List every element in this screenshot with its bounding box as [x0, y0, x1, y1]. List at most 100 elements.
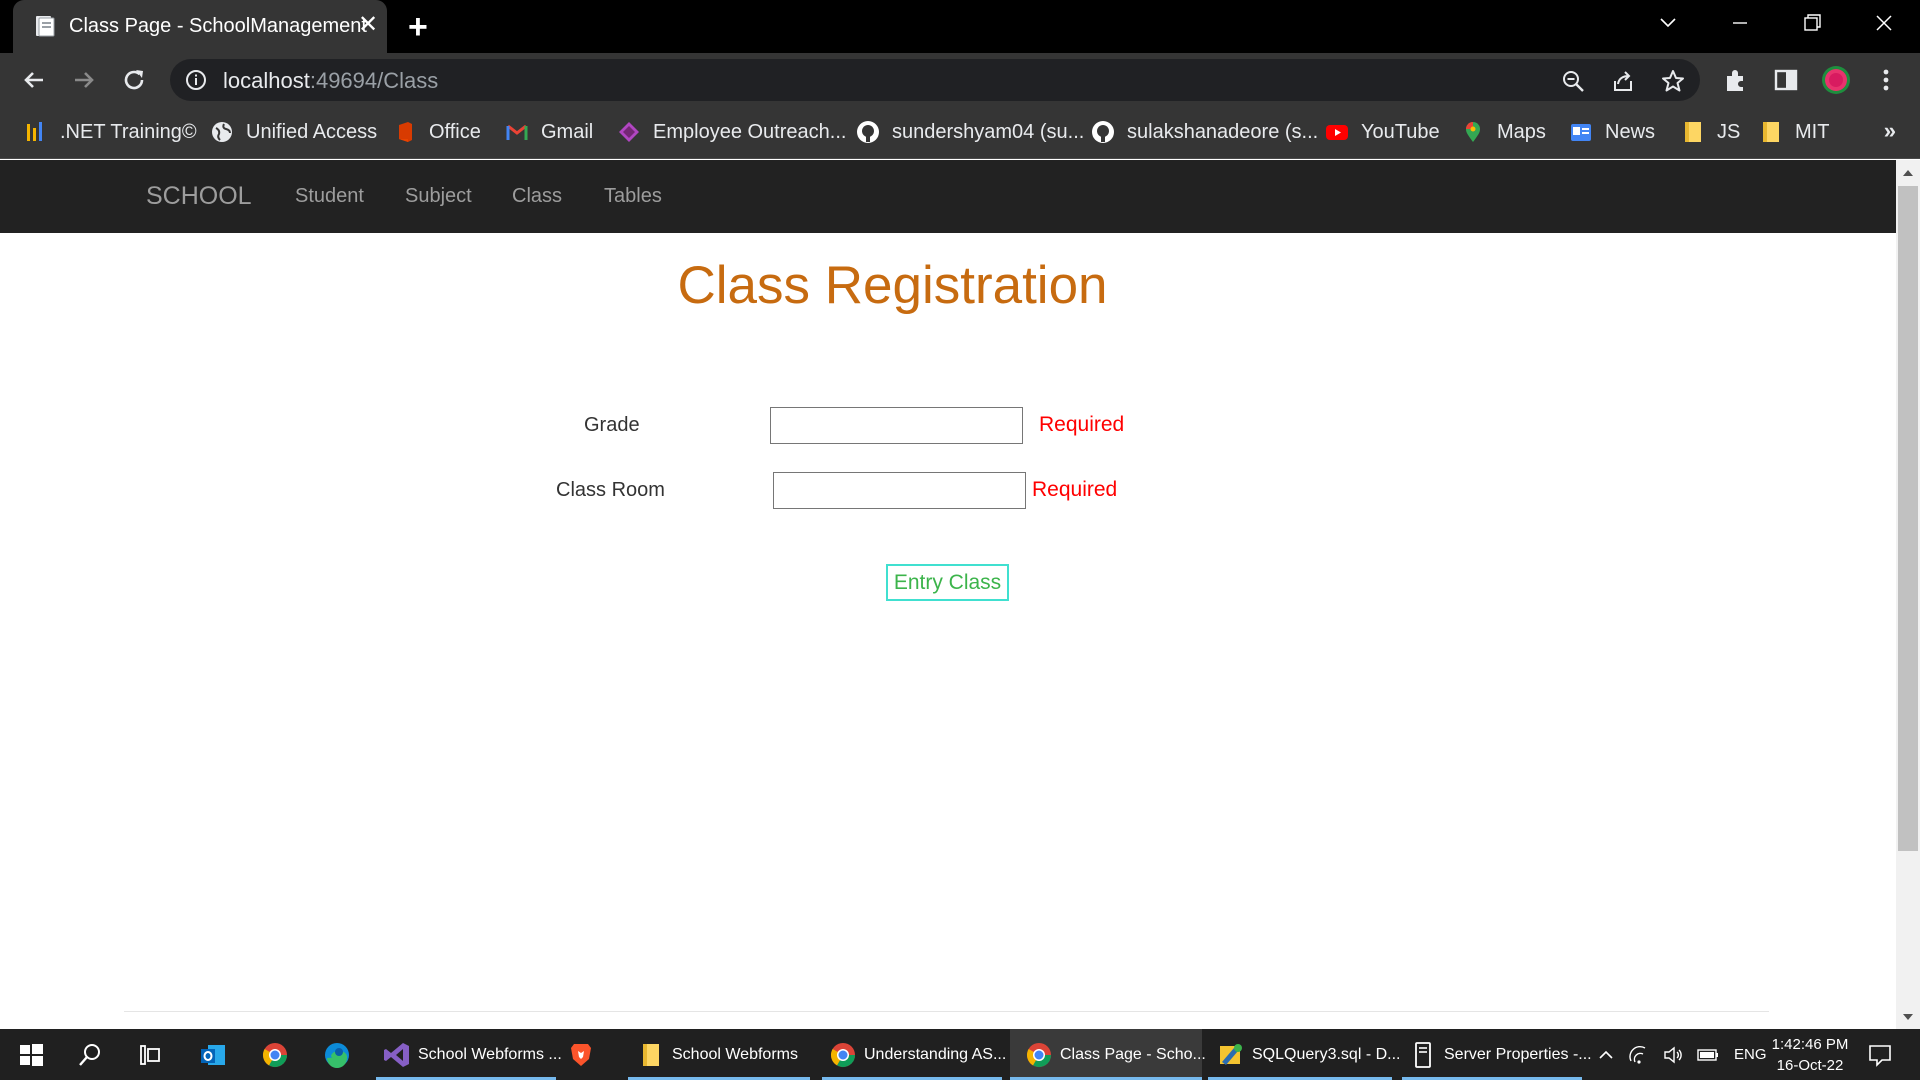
volume-icon[interactable] [1662, 1044, 1684, 1066]
bookmark-item[interactable]: Gmail [505, 118, 593, 146]
scroll-down-icon[interactable] [1902, 1012, 1914, 1022]
tab-search-icon[interactable] [1648, 8, 1688, 38]
brave-icon [571, 1043, 591, 1066]
nav-link-student[interactable]: Student [295, 185, 364, 208]
taskbar-app-chrome-class-page[interactable]: Class Page - Scho... [1010, 1029, 1206, 1080]
grade-input[interactable] [770, 407, 1023, 444]
more-bookmarks-icon[interactable]: » [1884, 118, 1896, 144]
page-icon [36, 16, 55, 37]
bookmark-item[interactable]: sulakshanadeore (s... [1091, 118, 1318, 146]
new-tab-icon[interactable]: + [408, 10, 428, 44]
forward-arrow-icon[interactable] [68, 64, 100, 96]
site-brand[interactable]: SCHOOL [146, 182, 252, 211]
bookmark-item[interactable]: .NET Training© [24, 118, 197, 146]
windows-start-icon[interactable] [16, 1040, 46, 1070]
bookmark-label: YouTube [1361, 120, 1440, 143]
clock-date: 16-Oct-22 [1776, 1057, 1844, 1074]
taskbar-app-brave[interactable] [566, 1029, 591, 1080]
bookmark-label: sulakshanadeore (s... [1127, 120, 1319, 143]
show-hidden-icons-icon[interactable] [1596, 1045, 1616, 1065]
bookmark-item[interactable]: Office [393, 118, 481, 146]
profile-avatar-icon[interactable] [1820, 64, 1852, 96]
diamond-icon [619, 122, 639, 142]
window-close-icon[interactable] [1864, 8, 1904, 38]
bookmark-label: JS [1717, 120, 1741, 143]
bookmark-item[interactable]: sundershyam04 (su... [856, 118, 1084, 146]
bookmark-label: MIT [1795, 120, 1830, 143]
share-icon[interactable] [1610, 68, 1636, 94]
chrome-icon[interactable] [260, 1040, 290, 1070]
url-path: :49694/Class [309, 68, 439, 93]
entry-class-button[interactable]: Entry Class [886, 564, 1009, 601]
browser-toolbar: localhost:49694/Class [0, 53, 1920, 106]
bookmark-star-icon[interactable] [1660, 68, 1686, 94]
bars-chart-icon [27, 122, 42, 141]
menu-dots-icon[interactable] [1870, 64, 1902, 96]
search-icon[interactable] [75, 1040, 105, 1070]
taskbar-app-label: Server Properties -... [1444, 1045, 1592, 1063]
info-icon[interactable] [184, 68, 208, 92]
bookmark-label: .NET Training© [60, 120, 197, 143]
chrome-icon [830, 1042, 855, 1067]
notifications-icon[interactable] [1865, 1040, 1895, 1070]
news-icon [1571, 124, 1591, 141]
screen: Class Page - SchoolManagement ✕ + localh… [0, 0, 1920, 1080]
tab-strip: Class Page - SchoolManagement ✕ + [0, 0, 1920, 53]
clock[interactable]: 1:42:46 PM 16-Oct-22 [1760, 1034, 1860, 1076]
bookmark-item[interactable]: News [1569, 118, 1655, 146]
bookmark-item[interactable]: Unified Access [210, 118, 377, 146]
nav-link-subject[interactable]: Subject [405, 185, 472, 208]
bookmark-item[interactable]: MIT [1759, 118, 1829, 146]
youtube-icon [1326, 125, 1348, 140]
footer-divider [124, 1011, 1769, 1012]
taskbar-app-label: SQLQuery3.sql - D... [1252, 1045, 1401, 1063]
bookmark-label: Office [429, 120, 481, 143]
back-arrow-icon[interactable] [18, 64, 50, 96]
browser-tab-active[interactable]: Class Page - SchoolManagement ✕ [13, 0, 387, 53]
taskbar-app-label: School Webforms ... [418, 1045, 562, 1063]
taskbar-app-explorer[interactable]: School Webforms [628, 1029, 810, 1080]
taskbar-app-server-properties[interactable]: Server Properties -... [1402, 1029, 1592, 1080]
extensions-icon[interactable] [1720, 64, 1752, 96]
page-scrollbar[interactable] [1896, 160, 1920, 1029]
bookmark-label: Employee Outreach... [653, 120, 847, 143]
scroll-up-icon[interactable] [1902, 168, 1914, 178]
battery-icon[interactable] [1696, 1044, 1720, 1066]
address-bar[interactable]: localhost:49694/Class [170, 59, 1700, 101]
nav-link-class[interactable]: Class [512, 185, 562, 208]
bookmark-item[interactable]: JS [1681, 118, 1740, 146]
office-icon [399, 122, 412, 142]
site-navbar: SCHOOL Student Subject Class Tables [0, 160, 1896, 233]
bookmark-item[interactable]: YouTube [1325, 118, 1440, 146]
taskbar-app-visual-studio[interactable]: School Webforms ... [376, 1029, 562, 1080]
ssms-icon [1220, 1043, 1242, 1065]
taskbar-app-ssms[interactable]: SQLQuery3.sql - D... [1208, 1029, 1401, 1080]
minimize-icon[interactable] [1720, 8, 1760, 38]
bookmark-item[interactable]: Employee Outreach... [617, 118, 846, 146]
nav-link-tables[interactable]: Tables [604, 185, 662, 208]
side-panel-icon[interactable] [1770, 64, 1802, 96]
bookmark-label: sundershyam04 (su... [892, 120, 1085, 143]
clock-time: 1:42:46 PM [1771, 1036, 1849, 1053]
edge-icon[interactable] [322, 1040, 352, 1070]
task-view-icon[interactable] [135, 1040, 165, 1070]
close-icon[interactable]: ✕ [358, 13, 378, 37]
reload-icon[interactable] [118, 64, 150, 96]
page-title: Class Registration [677, 256, 1108, 315]
bookmark-label: Maps [1497, 120, 1546, 143]
wifi-icon[interactable] [1628, 1044, 1650, 1066]
class-room-input[interactable] [773, 472, 1026, 509]
folder-icon [643, 1043, 659, 1066]
zoom-icon[interactable] [1560, 68, 1586, 94]
taskbar-app-chrome-understanding[interactable]: Understanding AS... [822, 1029, 1006, 1080]
outlook-icon[interactable] [198, 1040, 228, 1070]
chrome-icon [1026, 1042, 1051, 1067]
url-text[interactable]: localhost:49694/Class [223, 68, 438, 94]
url-host: localhost [223, 68, 310, 93]
bookmark-label: Gmail [541, 120, 594, 143]
restore-icon[interactable] [1792, 8, 1832, 38]
scrollbar-thumb[interactable] [1898, 186, 1918, 851]
server-icon [1415, 1041, 1431, 1068]
grade-label: Grade [584, 414, 640, 436]
bookmark-item[interactable]: Maps [1461, 118, 1546, 146]
